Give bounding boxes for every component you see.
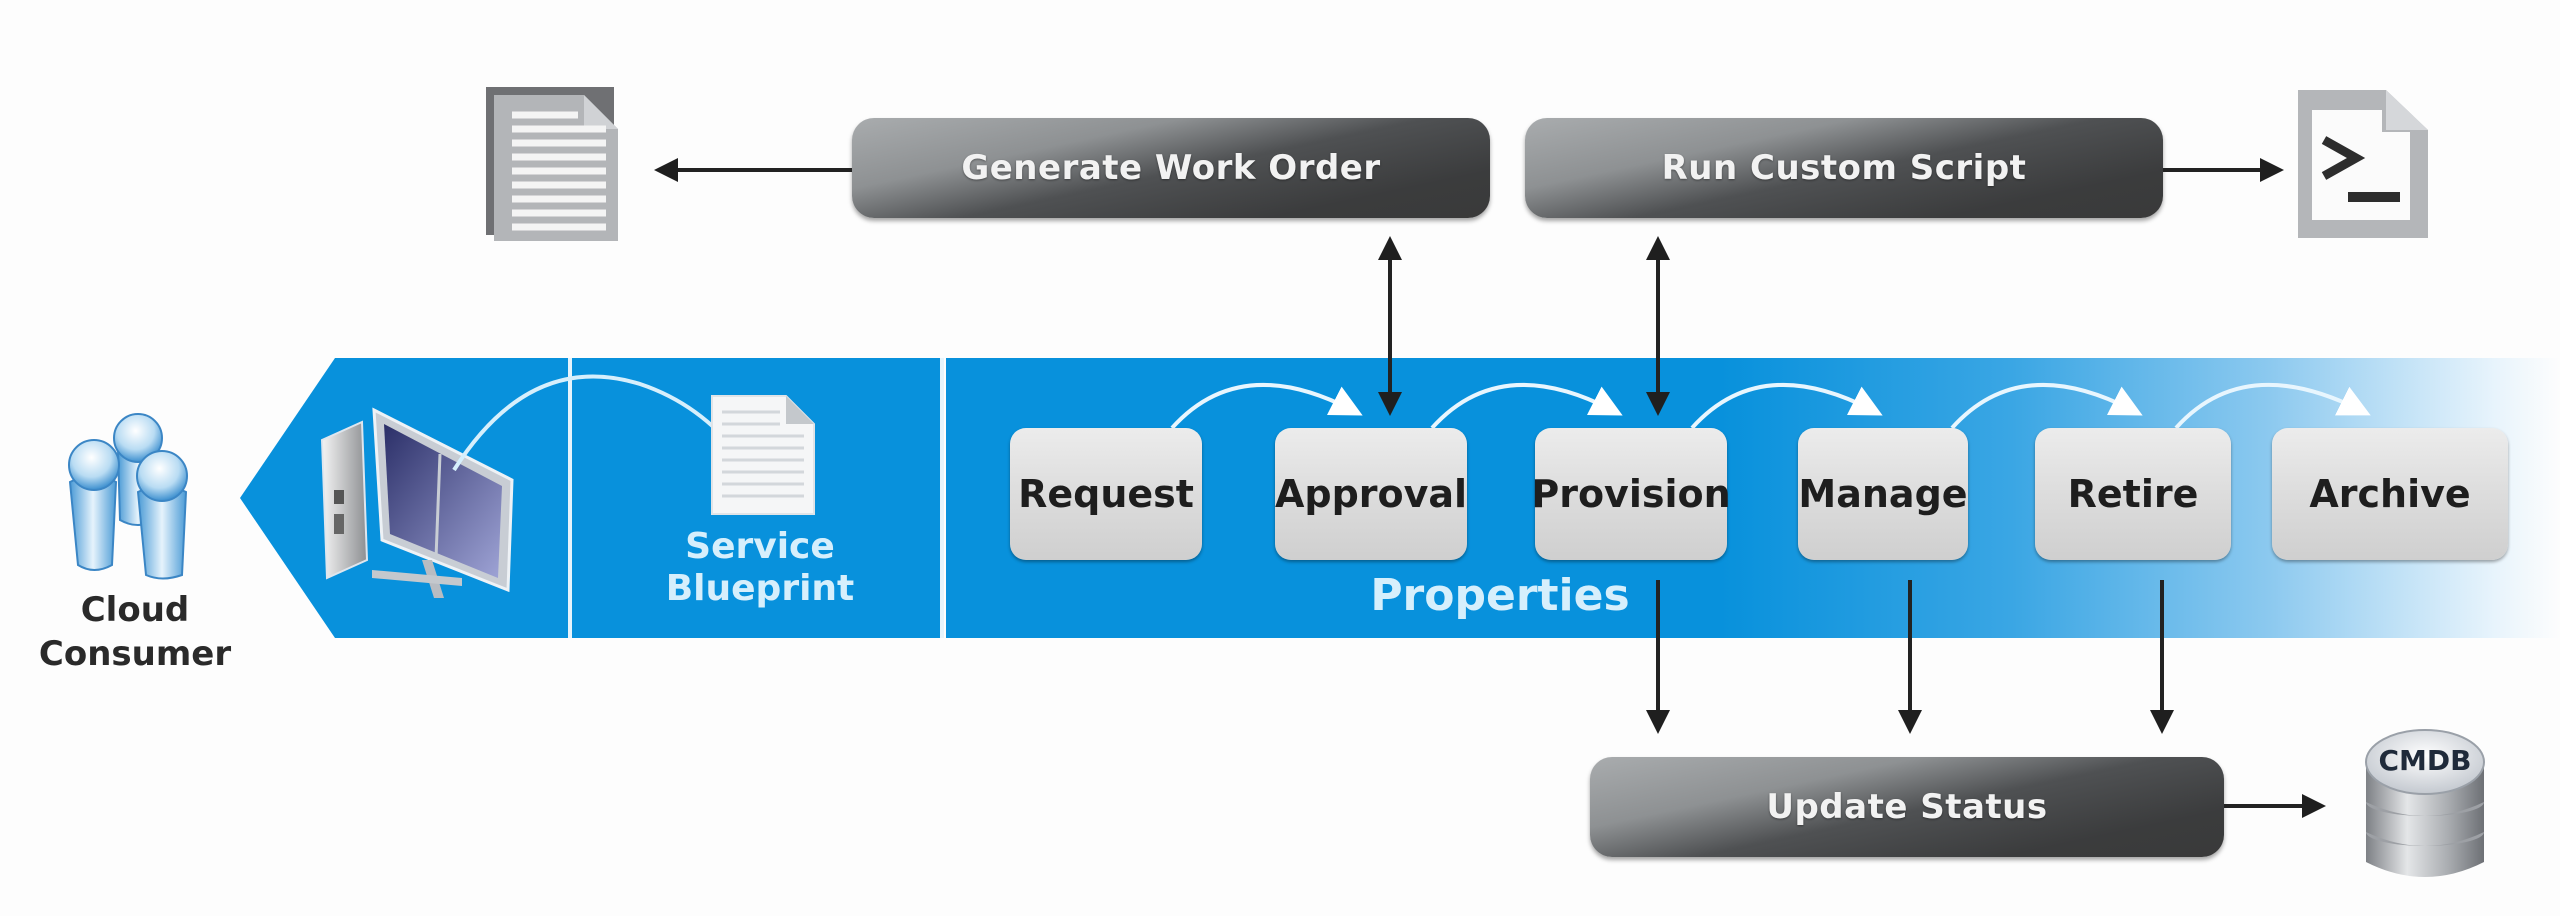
connector-arrows (654, 158, 2326, 818)
